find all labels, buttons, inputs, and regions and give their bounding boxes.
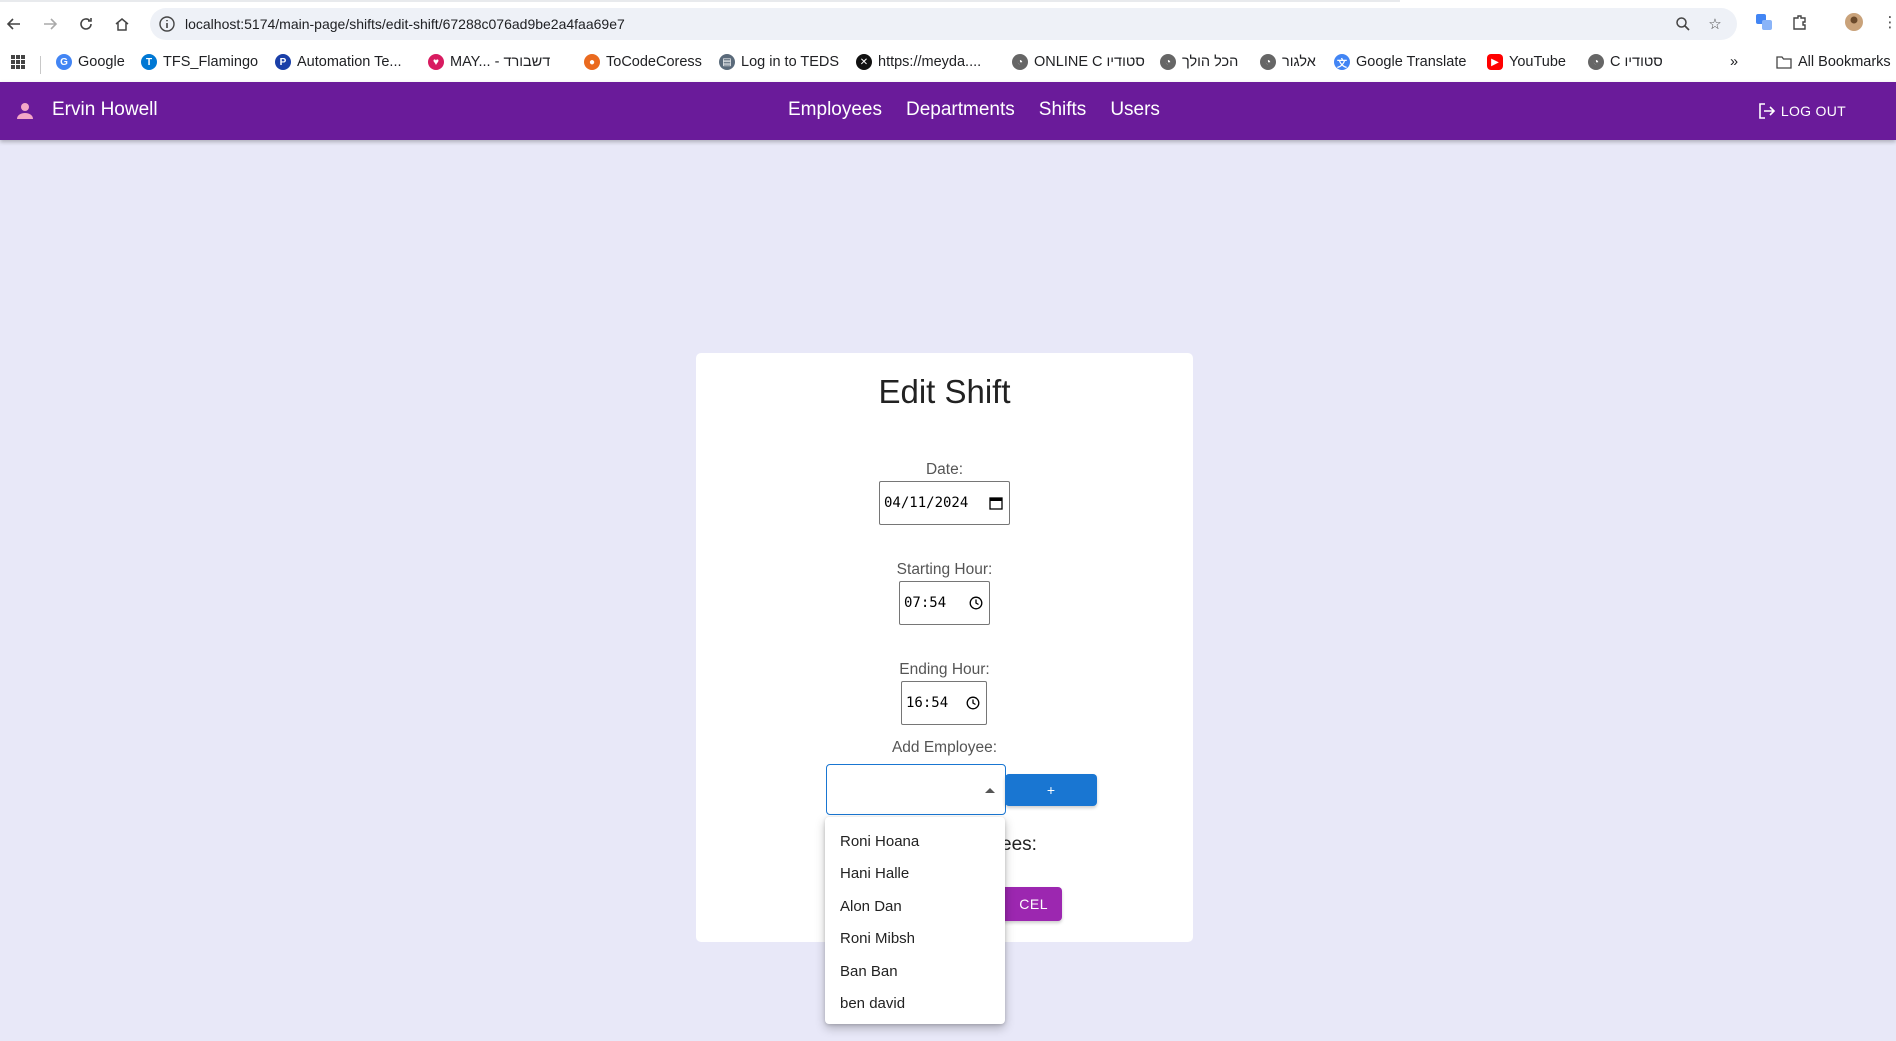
starting-hour-input[interactable]: 07:54	[899, 581, 990, 625]
dropdown-option[interactable]: Hani Halle	[825, 858, 1005, 891]
bookmark-tfs[interactable]: T TFS_Flamingo	[141, 52, 258, 72]
user-name: Ervin Howell	[52, 99, 158, 120]
page-title: Edit Shift	[878, 373, 1011, 410]
ending-hour-label: Ending Hour:	[899, 661, 990, 678]
loading-bar	[0, 0, 1400, 2]
youtube-icon: ▶	[1487, 54, 1503, 70]
nav-users[interactable]: Users	[1110, 99, 1160, 121]
bookmark-separator	[40, 56, 41, 74]
home-icon[interactable]	[108, 10, 136, 38]
bookmark-google-translate[interactable]: 文 Google Translate	[1334, 52, 1466, 72]
clock-icon[interactable]	[966, 696, 980, 710]
bookmark-automation[interactable]: P Automation Te...	[275, 52, 402, 72]
main-nav: Employees Departments Shifts Users	[788, 99, 1160, 121]
url-text: localhost:5174/main-page/shifts/edit-shi…	[185, 16, 625, 32]
add-employee-button[interactable]: +	[1005, 774, 1097, 806]
bookmark-google[interactable]: G Google	[56, 52, 125, 72]
bookmarks-overflow-icon[interactable]: »	[1730, 52, 1738, 72]
address-row: localhost:5174/main-page/shifts/edit-shi…	[0, 6, 1896, 42]
automation-icon: P	[275, 54, 291, 70]
translate-icon[interactable]	[1754, 12, 1774, 32]
browser-menu-icon[interactable]: ⋮	[1880, 12, 1896, 32]
x-icon: ✕	[856, 54, 872, 70]
profile-avatar[interactable]	[1844, 12, 1864, 32]
globe-icon: ◔	[1012, 54, 1028, 70]
reload-icon[interactable]	[72, 10, 100, 38]
employee-select[interactable]	[826, 764, 1006, 815]
dropdown-option[interactable]: Alon Dan	[825, 890, 1005, 923]
bookmark-hakol-holech[interactable]: ◔ הכל הולך	[1160, 52, 1238, 72]
app-bar: Ervin Howell Employees Departments Shift…	[0, 82, 1896, 140]
bookmarks-bar: G Google T TFS_Flamingo P Automation Te... …	[0, 46, 1896, 76]
bookmark-youtube[interactable]: ▶ YouTube	[1487, 52, 1566, 72]
globe-icon: ◔	[1260, 54, 1276, 70]
globe-icon: ◔	[1160, 54, 1176, 70]
browser-chrome: localhost:5174/main-page/shifts/edit-shi…	[0, 0, 1896, 82]
add-employee-label: Add Employee:	[891, 739, 998, 756]
star-icon[interactable]: ☆	[1705, 14, 1725, 34]
folder-icon	[1776, 56, 1792, 69]
ending-hour-input[interactable]: 16:54	[901, 681, 987, 725]
bookmark-meyda[interactable]: ✕ https://meyda....	[856, 52, 981, 72]
date-input[interactable]: 04/11/2024	[879, 481, 1010, 525]
caret-up-icon[interactable]	[985, 788, 995, 793]
azure-icon: T	[141, 54, 157, 70]
nav-shifts[interactable]: Shifts	[1039, 99, 1087, 121]
globe-icon: ◔	[1588, 54, 1604, 70]
nav-employees[interactable]: Employees	[788, 99, 882, 121]
heart-icon: ♥	[428, 54, 444, 70]
forward-icon[interactable]	[36, 10, 64, 38]
bookmark-tocodecoress[interactable]: ● ToCodeCoress	[584, 52, 702, 72]
bookmark-c-studio[interactable]: ◔ C סטודיו	[1588, 52, 1663, 72]
zoom-icon[interactable]	[1673, 14, 1693, 34]
back-icon[interactable]	[0, 10, 28, 38]
starting-hour-label: Starting Hour:	[896, 561, 993, 578]
google-icon: G	[56, 54, 72, 70]
clock-icon[interactable]	[969, 596, 983, 610]
dropdown-option[interactable]: Roni Mibsh	[825, 923, 1005, 956]
employee-dropdown-menu: Roni Hoana Hani Halle Alon Dan Roni Mibs…	[825, 817, 1005, 1024]
date-label: Date:	[925, 461, 964, 478]
apps-icon[interactable]	[10, 52, 26, 72]
teds-icon: ▤	[719, 54, 735, 70]
dropdown-option[interactable]: Ban Ban	[825, 955, 1005, 988]
extensions-icon[interactable]	[1790, 12, 1810, 32]
logout-icon	[1759, 103, 1776, 119]
site-info-icon[interactable]	[158, 15, 176, 33]
dropdown-option[interactable]: ben david	[825, 988, 1005, 1021]
translate-icon: 文	[1334, 54, 1350, 70]
dropdown-option[interactable]: Roni Hoana	[825, 825, 1005, 858]
all-bookmarks[interactable]: All Bookmarks	[1776, 52, 1891, 72]
bookmark-may[interactable]: ♥ MAY... - דשבורד	[428, 52, 550, 72]
tocode-icon: ●	[584, 54, 600, 70]
employees-label: ees:	[1001, 834, 1037, 855]
person-icon	[14, 100, 36, 122]
bookmark-teds[interactable]: ▤ Log in to TEDS	[719, 52, 839, 72]
cancel-button[interactable]: CEL	[998, 887, 1062, 921]
nav-departments[interactable]: Departments	[906, 99, 1015, 121]
logout-button[interactable]: LOG OUT	[1757, 101, 1846, 121]
address-bar[interactable]: localhost:5174/main-page/shifts/edit-shi…	[150, 8, 1737, 40]
bookmark-algor[interactable]: ◔ אלגור	[1260, 52, 1316, 72]
calendar-icon[interactable]	[989, 496, 1003, 510]
bookmark-online-c[interactable]: ◔ ONLINE C סטודיו	[1012, 52, 1145, 72]
